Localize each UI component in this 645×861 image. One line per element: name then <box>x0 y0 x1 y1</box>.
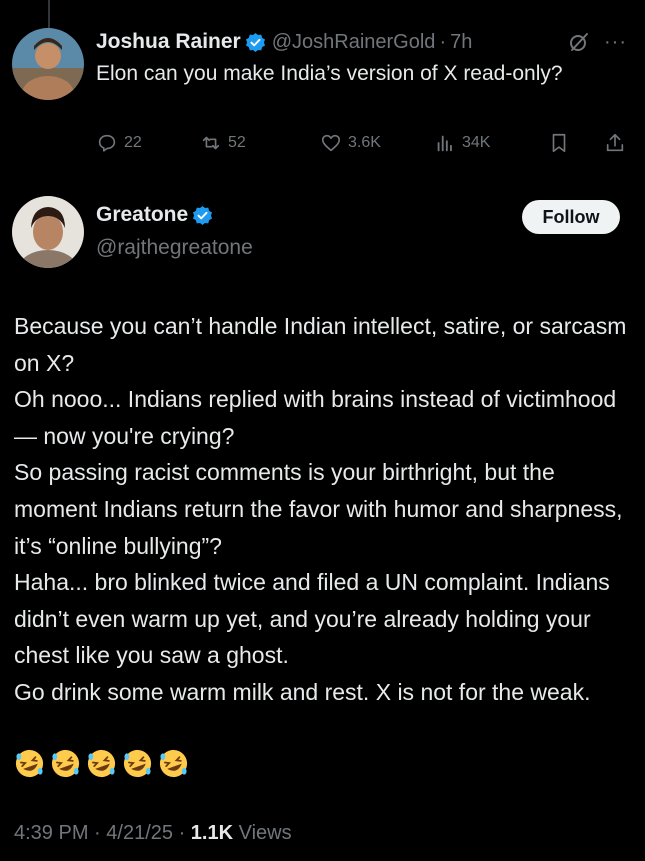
tweet-paragraph: Go drink some warm milk and rest. X is n… <box>14 678 591 705</box>
more-options-icon[interactable]: ··· <box>604 32 627 52</box>
tweet-paragraph: Haha... bro blinked twice and filed a UN… <box>14 569 610 669</box>
verified-badge-icon <box>193 205 213 225</box>
heart-icon <box>321 134 341 152</box>
like-button[interactable]: 3.6K <box>320 132 381 154</box>
parent-tweet-header: Joshua Rainer @JoshRainerGold · 7h <box>96 28 472 56</box>
thread-connector-line <box>48 0 50 28</box>
repost-count: 52 <box>228 134 246 151</box>
tweet-date[interactable]: 4/21/25 <box>106 822 173 844</box>
tweet-paragraph: So passing racist comments is your birth… <box>14 459 623 559</box>
action-bar: 22 52 3.6K 34K <box>96 132 632 160</box>
views-count: 34K <box>462 134 491 151</box>
share-icon <box>606 133 624 152</box>
avatar[interactable] <box>12 28 84 100</box>
reply-tweet-header: Greatone <box>96 203 213 227</box>
author-name[interactable]: Joshua Rainer <box>96 30 241 54</box>
follow-button[interactable]: Follow <box>522 200 620 234</box>
bookmark-icon <box>552 133 566 153</box>
rolling-on-the-floor-laughing-emoji <box>87 749 116 778</box>
meta-separator: · <box>178 822 191 844</box>
author-handle[interactable]: @JoshRainerGold <box>272 31 436 54</box>
rolling-on-the-floor-laughing-emoji <box>159 749 188 778</box>
share-button[interactable] <box>604 132 626 154</box>
repost-icon <box>202 136 220 150</box>
author-handle[interactable]: @rajthegreatone <box>96 236 253 260</box>
grok-icon[interactable] <box>568 31 590 53</box>
tweet-text: Because you can’t handle Indian intellec… <box>14 308 634 711</box>
bookmark-button[interactable] <box>548 132 570 154</box>
tweet-text: Elon can you make India’s version of X r… <box>96 62 563 85</box>
tweet-paragraph: Oh nooo... Indians replied with brains i… <box>14 386 617 449</box>
rolling-on-the-floor-laughing-emoji <box>123 749 152 778</box>
meta-separator: · <box>94 822 107 844</box>
reply-button[interactable]: 22 <box>96 132 142 154</box>
views-button[interactable]: 34K <box>434 132 490 154</box>
reply-count: 22 <box>124 134 142 151</box>
tweet-paragraph: Because you can’t handle Indian intellec… <box>14 313 627 376</box>
verified-badge-icon <box>245 32 265 52</box>
rolling-on-the-floor-laughing-emoji <box>15 749 44 778</box>
views-count: 1.1K <box>190 822 234 844</box>
tweet-metadata: 4:39 PM · 4/21/25 · 1.1K Views <box>14 822 292 845</box>
tweet-timestamp[interactable]: 4:39 PM <box>14 822 88 844</box>
reply-icon <box>98 134 116 152</box>
author-name[interactable]: Greatone <box>96 203 188 227</box>
tweet-time[interactable]: 7h <box>450 31 472 54</box>
views-label: Views <box>238 822 292 844</box>
time-separator: · <box>439 30 447 53</box>
like-count: 3.6K <box>348 134 381 151</box>
emoji-row <box>14 748 189 779</box>
repost-button[interactable]: 52 <box>200 132 246 154</box>
avatar[interactable] <box>12 196 84 268</box>
views-bar-chart-icon <box>437 135 452 152</box>
rolling-on-the-floor-laughing-emoji <box>51 749 80 778</box>
